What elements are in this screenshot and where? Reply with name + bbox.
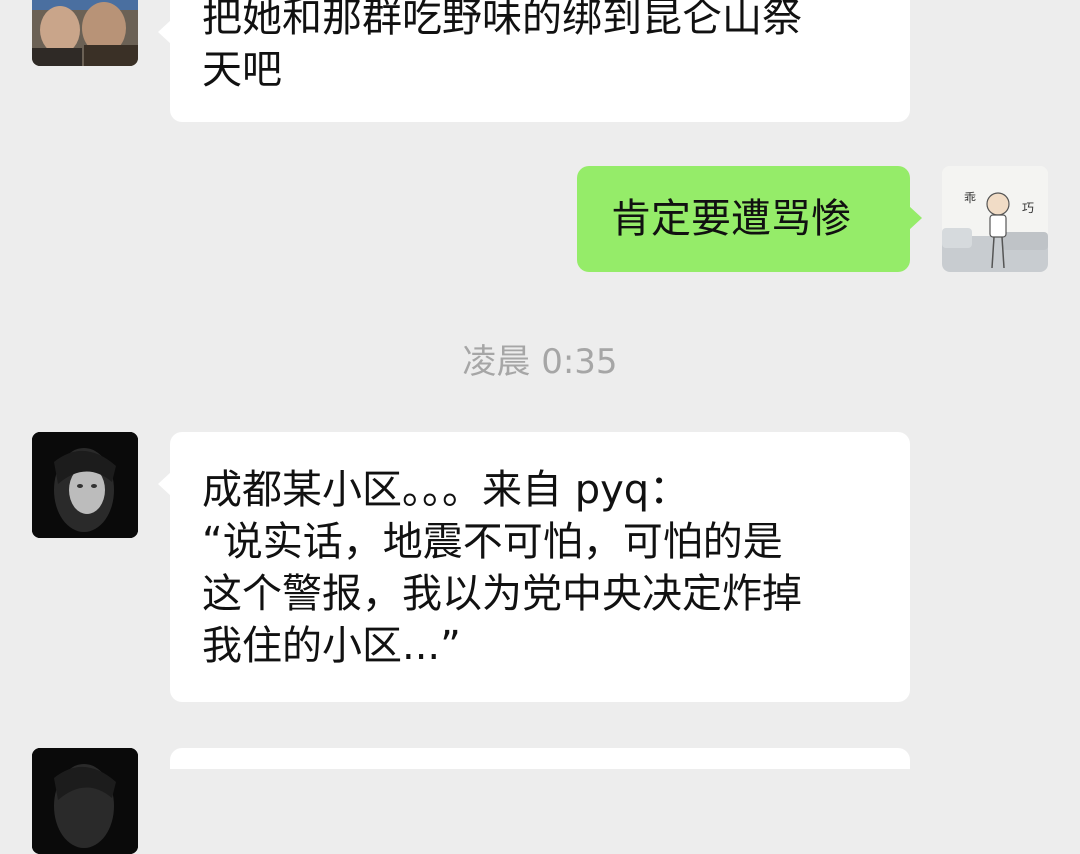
message-text-line: 把她和那群吃野味的绑到昆仑山祭 [202,0,802,41]
self-avatar[interactable]: 乖 巧 [942,166,1048,272]
bubble-tail [909,206,922,230]
message-bubble[interactable]: 成都某小区。。。来自 pyq： “说实话，地震不可怕，可怕的是 这个警报，我以为… [158,432,910,702]
message-text-line: 成都某小区。。。来自 pyq： [202,467,690,513]
message-text-line: “说实话，地震不可怕，可怕的是 [202,519,783,565]
message-text-line: 这个警报，我以为党中央决定炸掉 [202,571,802,617]
message-bubble-self[interactable]: 肯定要遭骂惨 [577,166,922,272]
contact-avatar[interactable] [32,0,138,66]
avatar-sticker-text: 巧 [1022,201,1034,215]
contact-avatar[interactable] [32,748,138,854]
contact-avatar[interactable] [32,432,138,538]
message-bubble[interactable]: 把她和那群吃野味的绑到昆仑山祭 天吧 [158,0,910,122]
message-text-line: 肯定要遭骂惨 [611,196,851,242]
bubble-tail [158,20,171,44]
message-text-line: 我住的小区...” [202,623,461,669]
message-bubble[interactable] [170,748,910,769]
message-text-line: 天吧 [202,47,282,93]
chat-timestamp: 凌晨 0:35 [462,342,618,382]
bubble-tail [158,472,171,496]
avatar-sticker-text: 乖 [964,191,976,205]
